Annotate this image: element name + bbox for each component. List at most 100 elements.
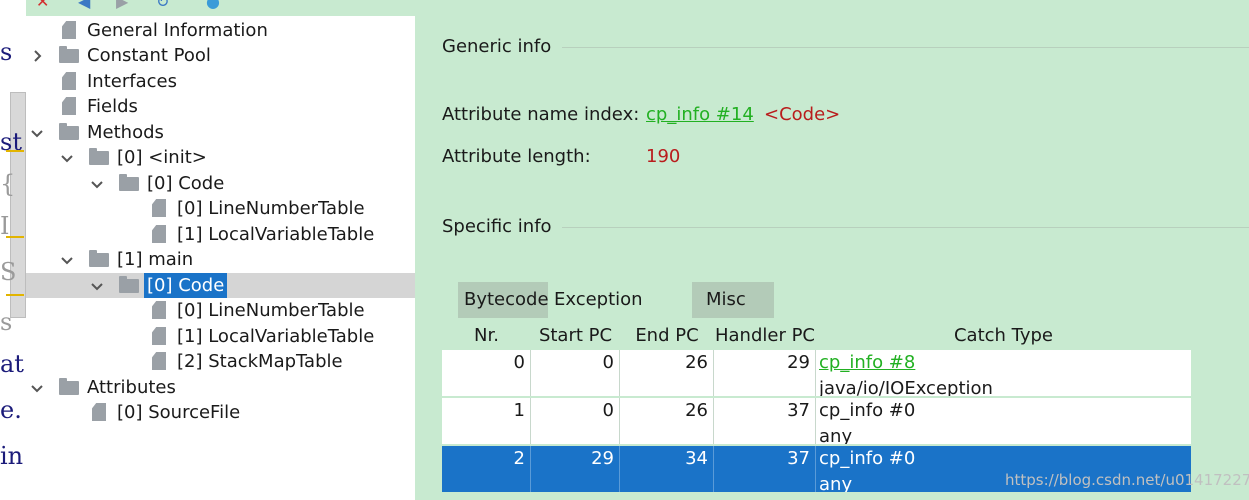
editor-char: e. xyxy=(0,396,22,424)
cell-end-pc: 26 xyxy=(620,398,714,444)
cell-handler-pc: 37 xyxy=(714,446,816,492)
chevron-down-icon[interactable] xyxy=(90,273,104,298)
tree-item-label: [1] LocalVariableTable xyxy=(177,224,375,245)
column-header-handler-pc[interactable]: Handler PC xyxy=(714,322,816,350)
tree-item-label: [0] SourceFile xyxy=(117,402,241,423)
folder-icon xyxy=(119,174,139,191)
watermark: https://blog.csdn.net/u014172271 xyxy=(1005,471,1249,489)
cell-catch-type: cp_info #0 any xyxy=(816,398,1191,444)
tree-item-main-code[interactable]: [0] Code xyxy=(26,273,415,298)
generic-info-title: Generic info xyxy=(442,36,552,57)
folder-icon xyxy=(59,123,79,140)
tree-item-label: [0] <init> xyxy=(117,147,207,168)
file-icon xyxy=(62,97,76,115)
globe-icon[interactable]: ● xyxy=(206,0,220,10)
cell-catch-type: cp_info #8 java/io/IOException xyxy=(816,350,1191,396)
file-icon xyxy=(152,225,166,243)
chevron-down-icon[interactable] xyxy=(90,171,104,196)
tab-exception-table[interactable]: Exception table xyxy=(548,282,698,318)
editor-char: s xyxy=(0,38,13,66)
file-icon xyxy=(152,301,166,319)
tree-item-label: Interfaces xyxy=(87,71,177,92)
section-divider xyxy=(562,227,1249,228)
tree-item-methods[interactable]: Methods xyxy=(26,120,415,145)
cell-handler-pc: 29 xyxy=(714,350,816,396)
attribute-name-index-link[interactable]: cp_info #14 xyxy=(646,104,754,125)
file-icon xyxy=(92,403,106,421)
tree-item-method-main[interactable]: [1] main xyxy=(26,247,415,272)
catch-type-ref: cp_info #0 xyxy=(819,400,916,421)
attribute-name-index-label: Attribute name index: xyxy=(442,104,640,125)
tree-item-label: Attributes xyxy=(87,377,176,398)
specific-info-title: Specific info xyxy=(442,216,552,237)
cell-nr: 1 xyxy=(442,398,531,444)
tree-item-main-stack-map-table[interactable]: [2] StackMapTable xyxy=(26,349,415,374)
cell-start-pc: 29 xyxy=(531,446,620,492)
tree-item-label: Fields xyxy=(87,96,138,117)
editor-char: s xyxy=(0,308,13,336)
tree-item-label: [0] Code xyxy=(147,173,225,194)
table-row[interactable]: 1 0 26 37 cp_info #0 any xyxy=(442,398,1191,444)
tree-item-general-information[interactable]: General Information xyxy=(26,18,415,43)
tree-item-attributes[interactable]: Attributes xyxy=(26,375,415,400)
cell-nr: 2 xyxy=(442,446,531,492)
editor-marker xyxy=(6,150,24,152)
forward-arrow-icon[interactable]: ▶ xyxy=(116,0,128,10)
chevron-right-icon[interactable] xyxy=(30,43,44,68)
tree-item-interfaces[interactable]: Interfaces xyxy=(26,69,415,94)
folder-icon xyxy=(89,250,109,267)
tree-item-main-local-variable-table[interactable]: [1] LocalVariableTable xyxy=(26,324,415,349)
tree-item-constant-pool[interactable]: Constant Pool xyxy=(26,43,415,68)
tab-misc[interactable]: Misc xyxy=(692,282,774,318)
chevron-down-icon[interactable] xyxy=(60,247,74,272)
tree-item-source-file[interactable]: [0] SourceFile xyxy=(26,400,415,425)
column-header-catch-type[interactable]: Catch Type xyxy=(816,322,1191,350)
catch-type-link[interactable]: cp_info #8 xyxy=(819,350,1186,376)
column-header-end-pc[interactable]: End PC xyxy=(620,322,714,350)
attribute-length-label: Attribute length: xyxy=(442,146,591,167)
tree-item-method-init[interactable]: [0] <init> xyxy=(26,145,415,170)
tab-bytecode[interactable]: Bytecode xyxy=(458,282,549,318)
chevron-down-icon[interactable] xyxy=(60,145,74,170)
attribute-length-value: 190 xyxy=(646,146,681,167)
chevron-down-icon[interactable] xyxy=(30,120,44,145)
folder-icon xyxy=(89,148,109,165)
tree-item-label: [1] main xyxy=(117,249,194,270)
chevron-down-icon[interactable] xyxy=(30,375,44,400)
editor-marker xyxy=(6,294,24,296)
file-icon xyxy=(152,352,166,370)
tree-item-main-line-number-table[interactable]: [0] LineNumberTable xyxy=(26,298,415,323)
tab-label: Misc xyxy=(706,289,746,310)
tree-item-label: [2] StackMapTable xyxy=(177,351,343,372)
attribute-detail-panel: Generic info Attribute name index: cp_in… xyxy=(415,16,1249,500)
cell-handler-pc: 37 xyxy=(714,398,816,444)
tree-item-label: [0] LineNumberTable xyxy=(177,300,365,321)
tree-item-init-local-variable-table[interactable]: [1] LocalVariableTable xyxy=(26,222,415,247)
file-icon xyxy=(152,327,166,345)
tab-bar: Bytecode Exception table Misc xyxy=(442,282,1249,324)
editor-char: { xyxy=(0,170,16,198)
tab-label: Exception table xyxy=(554,289,643,310)
catch-type-name: java/io/IOException xyxy=(819,378,993,396)
refresh-icon[interactable]: ↻ xyxy=(156,0,169,10)
tree-item-label: [0] Code xyxy=(144,273,228,298)
tree-item-label: [1] LocalVariableTable xyxy=(177,326,375,347)
back-arrow-icon[interactable]: ◀ xyxy=(78,0,90,10)
catch-type-ref: cp_info #0 xyxy=(819,448,916,469)
table-row[interactable]: 0 0 26 29 cp_info #8 java/io/IOException xyxy=(442,350,1191,396)
column-header-start-pc[interactable]: Start PC xyxy=(531,322,620,350)
attribute-name-value: <Code> xyxy=(764,104,841,125)
cell-nr: 0 xyxy=(442,350,531,396)
toolbar: ✕ ◀ ▶ ↻ ● xyxy=(26,0,1249,16)
tree-item-fields[interactable]: Fields xyxy=(26,94,415,119)
editor-char: S xyxy=(0,258,17,286)
section-divider xyxy=(562,47,1249,48)
class-structure-tree: General Information Constant Pool Interf… xyxy=(26,16,415,500)
catch-type-name: any xyxy=(819,426,853,444)
tree-item-init-line-number-table[interactable]: [0] LineNumberTable xyxy=(26,196,415,221)
tree-item-init-code[interactable]: [0] Code xyxy=(26,171,415,196)
tree-item-label: [0] LineNumberTable xyxy=(177,198,365,219)
close-icon[interactable]: ✕ xyxy=(36,0,49,10)
cell-start-pc: 0 xyxy=(531,398,620,444)
column-header-nr[interactable]: Nr. xyxy=(442,322,531,350)
